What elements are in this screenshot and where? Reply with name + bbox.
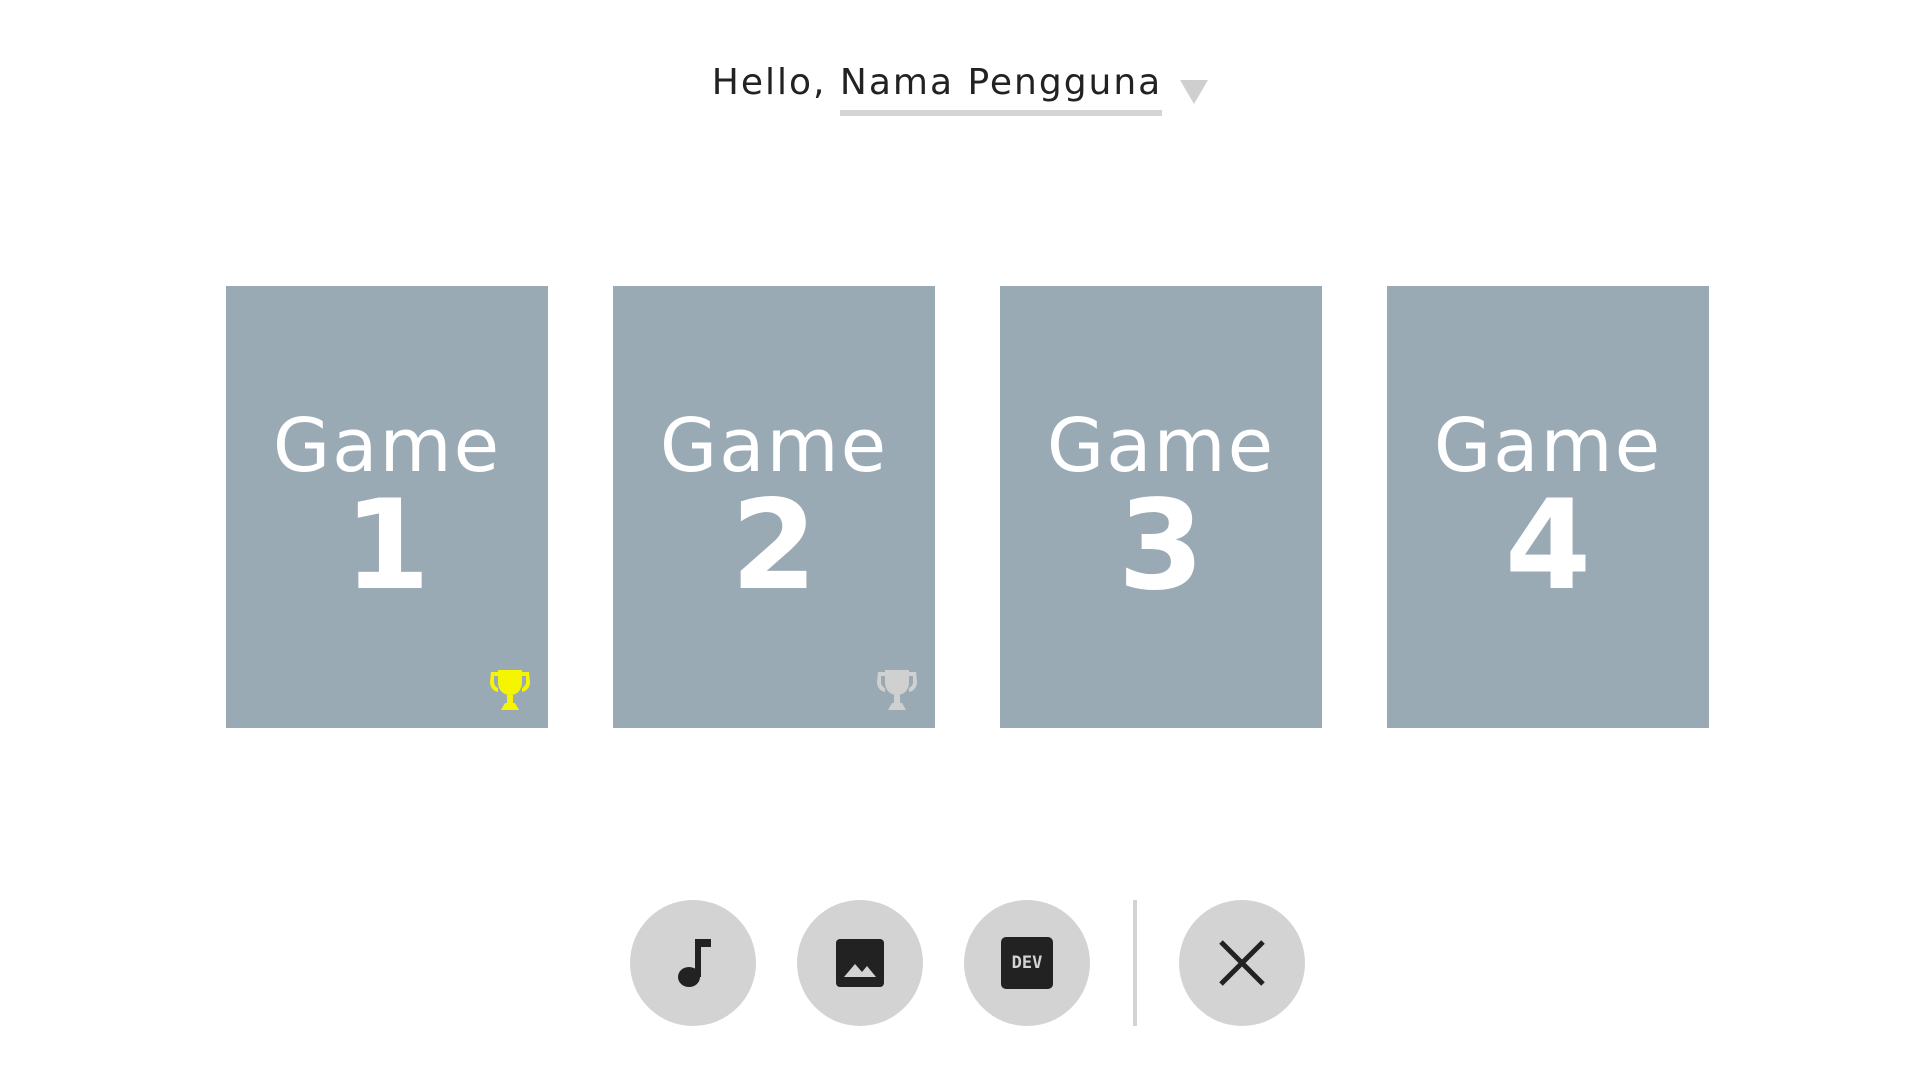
game-card-number: 2 [730,474,818,618]
greeting-header: Hello, Nama Pengguna [0,58,1920,116]
game-card-2[interactable]: Game 2 [613,286,935,728]
game-card-1[interactable]: Game 1 [226,286,548,728]
dev-badge-icon: DEV [1001,937,1053,989]
caret-down-icon[interactable] [1180,80,1209,104]
trophy-icon [877,670,917,710]
game-card-number: 4 [1504,474,1592,618]
game-card-3[interactable]: Game 3 [1000,286,1322,728]
game-card-list: Game 1 Game 2 Game 3 Game 4 [226,286,1709,728]
toolbar-divider [1133,900,1137,1026]
username-field[interactable]: Nama Pengguna [839,58,1163,116]
image-icon [836,939,884,987]
trophy-icon [490,670,530,710]
close-button[interactable] [1179,900,1305,1026]
bottom-toolbar: DEV [630,900,1305,1026]
game-card-number: 1 [343,474,431,618]
close-icon [1219,940,1265,986]
game-card-4[interactable]: Game 4 [1387,286,1709,728]
game-card-number: 3 [1117,474,1205,618]
greeting-text: Hello, [711,62,840,103]
music-note-icon [678,939,711,987]
main-menu-screen: Hello, Nama Pengguna Game 1 Game 2 Game … [0,0,1920,1080]
background-button[interactable] [797,900,923,1026]
dev-button[interactable]: DEV [964,900,1090,1026]
music-toggle-button[interactable] [630,900,756,1026]
